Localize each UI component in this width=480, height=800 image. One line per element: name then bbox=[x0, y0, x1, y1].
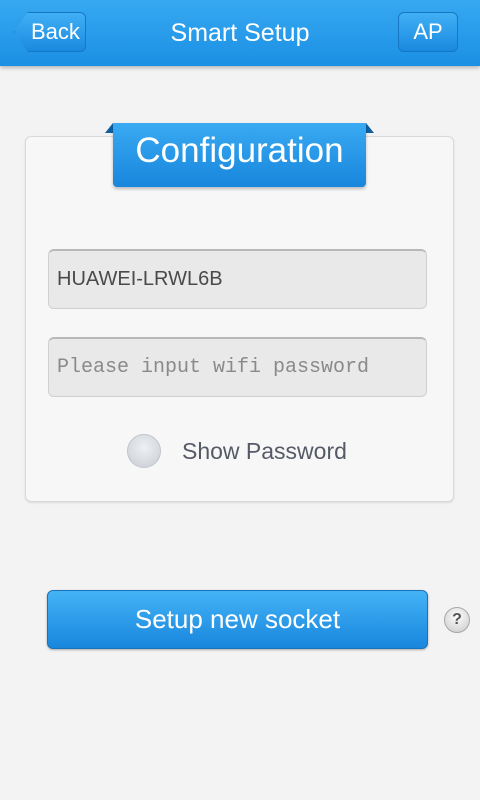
help-icon[interactable]: ? bbox=[444, 607, 470, 633]
setup-new-socket-button[interactable]: Setup new socket bbox=[47, 590, 428, 649]
wifi-password-input[interactable] bbox=[48, 337, 427, 397]
show-password-label[interactable]: Show Password bbox=[182, 436, 347, 466]
ribbon-fold-right bbox=[366, 123, 374, 133]
show-password-radio[interactable] bbox=[127, 434, 161, 468]
ribbon-fold-left bbox=[105, 123, 113, 133]
wifi-ssid-input[interactable] bbox=[48, 249, 427, 309]
ap-button[interactable]: AP bbox=[398, 12, 458, 52]
top-app-bar: Back Smart Setup AP bbox=[0, 0, 480, 66]
configuration-title: Configuration bbox=[113, 123, 366, 187]
